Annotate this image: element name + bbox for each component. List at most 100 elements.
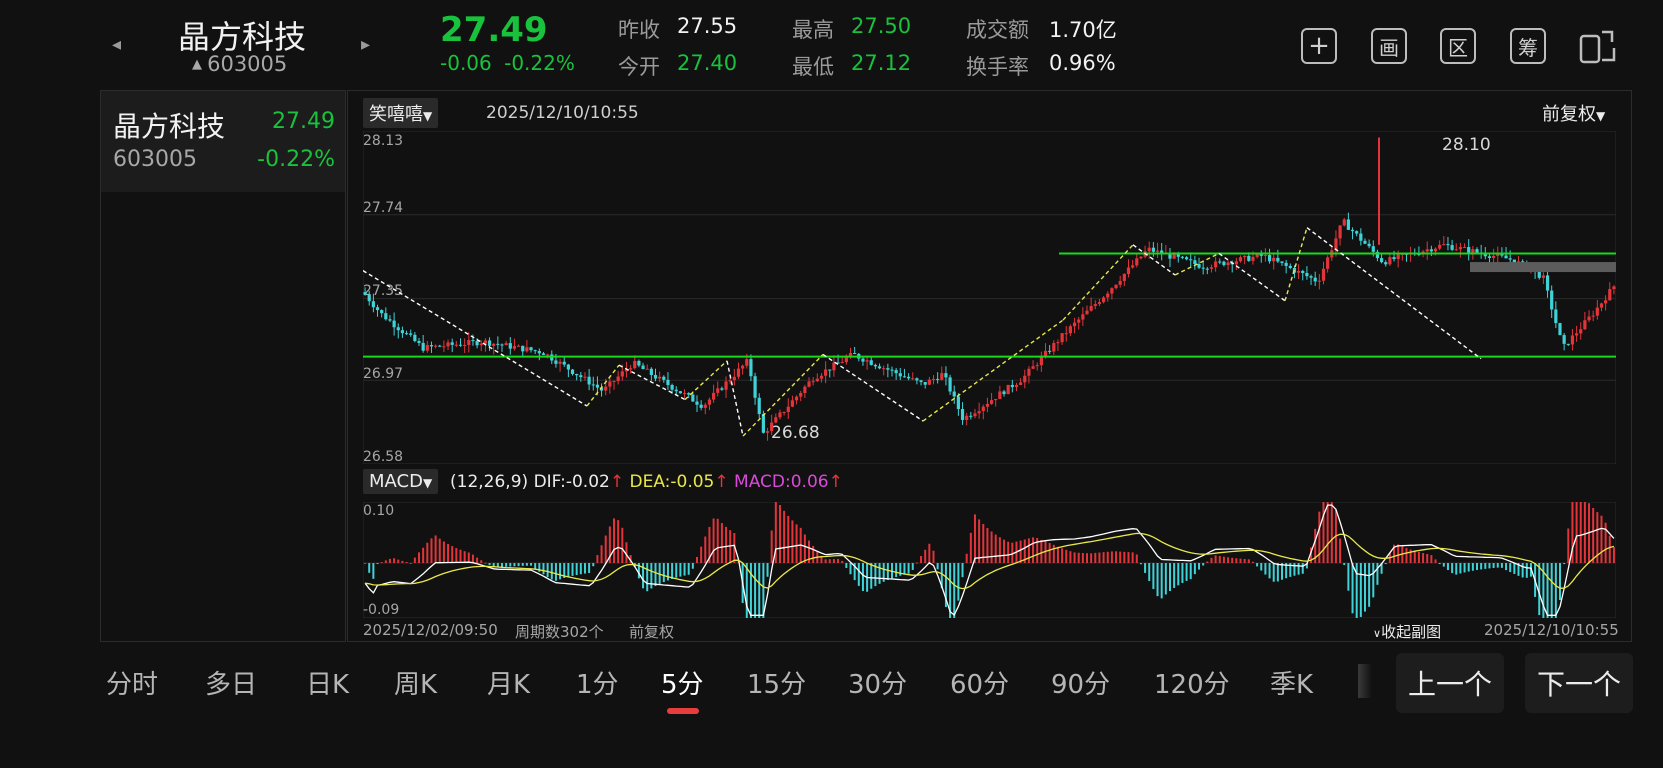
draw-icon[interactable]: 画: [1371, 28, 1407, 64]
period-tab-day[interactable]: 日K: [306, 664, 349, 701]
macd-bar: [455, 548, 458, 564]
next-stock-arrow-icon[interactable]: ▸: [361, 34, 370, 55]
prev-stock-arrow-icon[interactable]: ◂: [112, 34, 121, 55]
period-tab-multiday[interactable]: 多日: [205, 664, 257, 701]
range-icon[interactable]: 区: [1440, 28, 1476, 64]
prev-button[interactable]: 上一个: [1396, 653, 1504, 713]
period-tab-week[interactable]: 周K: [394, 664, 437, 701]
next-button[interactable]: 下一个: [1525, 653, 1633, 713]
candle: [438, 345, 442, 347]
candle: [745, 359, 749, 366]
macd-bar: [1592, 508, 1595, 564]
macd-bar: [1422, 553, 1425, 564]
candle: [1446, 244, 1450, 246]
macd-bar: [1488, 563, 1491, 569]
macd-bar: [401, 560, 404, 564]
macd-bar: [1558, 563, 1561, 601]
macd-bar: [1235, 558, 1238, 564]
candle: [1566, 343, 1570, 345]
candle: [1458, 247, 1463, 250]
macd-bar: [1007, 541, 1010, 564]
candle: [541, 353, 546, 355]
candle: [720, 388, 724, 390]
candle: [645, 368, 649, 370]
period-tab-30min[interactable]: 30分: [848, 664, 907, 701]
macd-selector[interactable]: MACD▼: [363, 469, 439, 494]
indicator-selector[interactable]: 笑嘻嘻▼: [363, 98, 439, 128]
collapse-subchart-button[interactable]: ∨收起副图: [1373, 621, 1441, 642]
macd-bar: [1119, 551, 1122, 564]
adjust-selector[interactable]: 前复权▼: [1542, 100, 1605, 126]
period-tab-120min[interactable]: 120分: [1154, 664, 1230, 701]
macd-bar: [965, 553, 968, 564]
candle: [911, 378, 915, 380]
candle: [554, 360, 558, 364]
start-datetime: 2025/12/02/09:50: [363, 621, 498, 639]
candle: [1209, 267, 1214, 269]
candle: [882, 368, 886, 370]
trend-dashed-line: [1306, 227, 1482, 360]
stock-code: 603005: [207, 52, 288, 76]
macd-bar: [662, 563, 665, 583]
add-icon[interactable]: +: [1301, 28, 1337, 64]
macd-bar: [770, 530, 773, 564]
macd-bar: [1293, 563, 1296, 576]
candle: [1371, 246, 1375, 252]
macd-bar: [812, 545, 815, 564]
candle: [496, 343, 500, 345]
stat-value: 0.96%: [1049, 51, 1116, 75]
candlestick-chart[interactable]: [363, 131, 1616, 464]
candle: [612, 381, 616, 383]
macd-bar: [1463, 563, 1466, 573]
period-tab-5min[interactable]: 5分: [661, 664, 704, 701]
period-tab-60min[interactable]: 60分: [950, 664, 1009, 701]
macd-bar: [870, 563, 873, 589]
period-tab-15min[interactable]: 15分: [747, 664, 806, 701]
period-tab-season[interactable]: 季K: [1270, 664, 1313, 701]
candle: [1019, 382, 1023, 385]
trend-dashed-line: [1284, 227, 1308, 301]
candle: [1251, 256, 1255, 261]
macd-bar: [787, 515, 790, 564]
candle: [1172, 254, 1176, 259]
candle: [691, 394, 695, 402]
trend-dashed-line: [1062, 244, 1134, 321]
candle: [877, 366, 882, 369]
period-tab-1min[interactable]: 1分: [576, 664, 619, 701]
candle: [807, 381, 811, 387]
candle: [678, 391, 682, 394]
candle: [819, 375, 824, 379]
candle: [1504, 255, 1508, 259]
period-tab-90min[interactable]: 90分: [1051, 664, 1110, 701]
candle: [583, 376, 587, 378]
chips-icon[interactable]: 筹: [1510, 28, 1546, 64]
macd-bar: [1052, 544, 1055, 564]
candle: [765, 431, 770, 433]
macd-bar: [1281, 563, 1284, 580]
candle: [1276, 257, 1280, 262]
period-tab-intraday[interactable]: 分时: [106, 664, 158, 701]
candle: [944, 373, 948, 378]
macd-bar: [837, 558, 840, 564]
rotate-screen-icon[interactable]: [1578, 26, 1618, 66]
candle: [965, 415, 969, 420]
macd-bar: [418, 552, 421, 564]
macd-bar: [397, 559, 400, 564]
period-tab-month[interactable]: 月K: [487, 664, 530, 701]
macd-bar: [1417, 552, 1420, 564]
macd-chart[interactable]: [363, 502, 1616, 618]
macd-bar: [525, 563, 528, 566]
macd-bar: [1127, 552, 1130, 564]
macd-bar: [1131, 552, 1134, 564]
candle: [927, 379, 931, 385]
macd-bar: [434, 535, 437, 564]
candle: [824, 369, 828, 376]
candle: [1243, 255, 1247, 258]
candle: [1201, 267, 1205, 269]
candle: [757, 397, 761, 414]
candle: [840, 362, 844, 364]
macd-params: (12,26,9): [450, 472, 529, 492]
candle: [1384, 262, 1388, 265]
watchlist-item[interactable]: 晶方科技 27.49 603005 -0.22%: [101, 91, 345, 192]
arrow-up-icon: ↑: [609, 472, 625, 492]
